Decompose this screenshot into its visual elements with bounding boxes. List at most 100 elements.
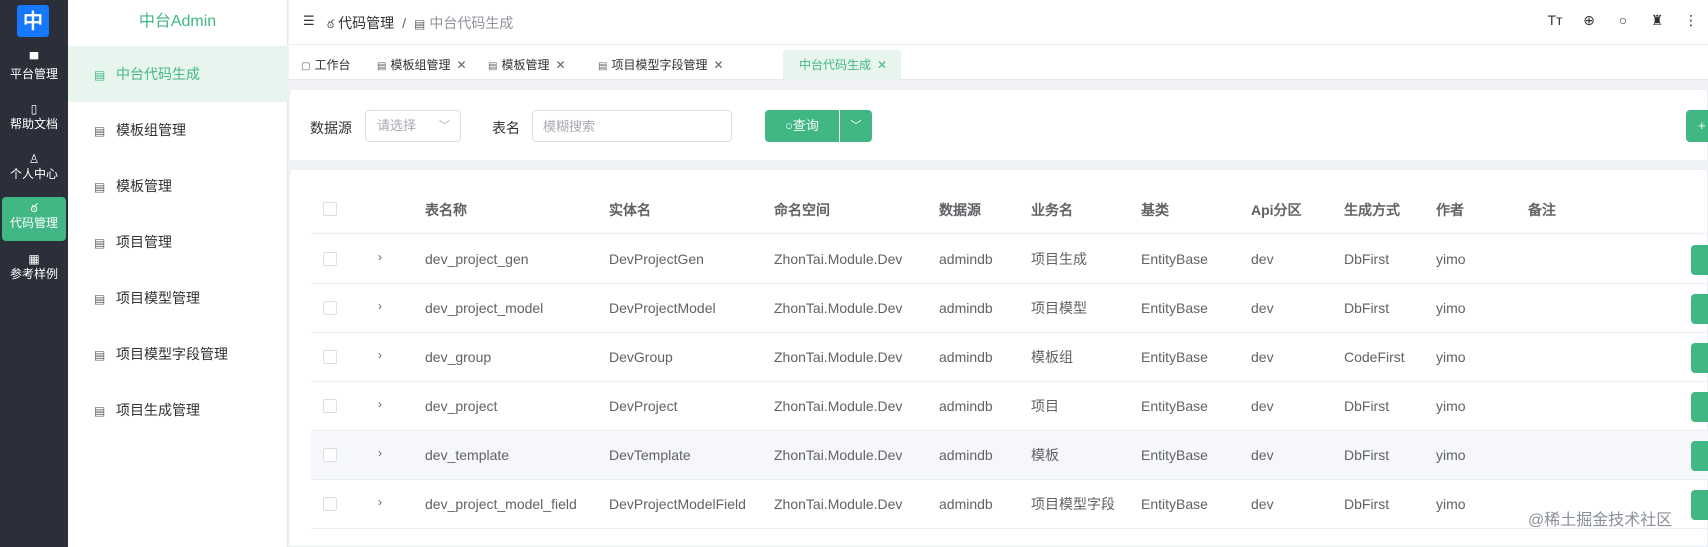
column-header: 生成方式 [1344, 202, 1400, 218]
menu-item-code-gen[interactable]: ▤ 中台代码生成 [68, 46, 288, 102]
cell-author: yimo [1436, 251, 1466, 267]
row-action-button[interactable] [1691, 392, 1708, 422]
table-row[interactable]: › dev_group DevGroup ZhonTai.Module.Dev … [311, 333, 1708, 382]
table-row[interactable]: › dev_project_gen DevProjectGen ZhonTai.… [311, 235, 1708, 284]
row-checkbox[interactable] [323, 301, 337, 315]
search-icon[interactable]: ○ [1606, 12, 1640, 28]
chevron-right-icon[interactable]: › [378, 480, 382, 525]
row-action-button[interactable] [1691, 343, 1708, 373]
search-panel: 数据源 请选择 ﹀ 表名 ○查询 ﹀ + [289, 89, 1708, 161]
menu-item-project-model-field[interactable]: ▤ 项目模型字段管理 [68, 326, 288, 382]
cell-namespace: ZhonTai.Module.Dev [774, 251, 903, 267]
chevron-right-icon[interactable]: › [378, 431, 382, 476]
tab-code-gen[interactable]: 中台代码生成 ✕ [783, 50, 902, 80]
query-button[interactable]: ○查询 [765, 110, 839, 142]
row-checkbox[interactable] [323, 399, 337, 413]
close-icon[interactable]: ✕ [456, 58, 466, 72]
top-header: ☰ ఠ 代码管理 / ▤ 中台代码生成 Tт ⊕ ○ ♜ ⋮ [289, 0, 1708, 45]
chevron-right-icon[interactable]: › [378, 382, 382, 427]
row-checkbox[interactable] [323, 448, 337, 462]
tab-label: 工作台 [314, 58, 351, 72]
menu-item-template[interactable]: ▤ 模板管理 [68, 158, 288, 214]
cell-api-area: dev [1251, 349, 1274, 365]
cell-api-area: dev [1251, 398, 1274, 414]
menu-item-project-gen[interactable]: ▤ 项目生成管理 [68, 382, 288, 438]
rail-item-platform[interactable]: ▀ 平台管理 [2, 48, 66, 92]
cell-api-area: dev [1251, 300, 1274, 316]
table-name-input[interactable] [532, 110, 732, 142]
rail-item-help[interactable]: ▯ 帮助文档 [2, 98, 66, 142]
row-checkbox[interactable] [323, 497, 337, 511]
cell-entity-name: DevProjectModelField [609, 496, 746, 512]
tab-label: 模板管理 [501, 58, 550, 72]
cell-author: yimo [1436, 398, 1466, 414]
tab-template[interactable]: ▤ 模板管理 ✕ [480, 50, 574, 80]
rail-item-examples[interactable]: ▦ 参考样例 [2, 248, 66, 292]
menu-item-project-model[interactable]: ▤ 项目模型管理 [68, 270, 288, 326]
skin-icon[interactable]: ♜ [1640, 12, 1674, 29]
datasource-placeholder: 请选择 [377, 118, 417, 133]
table-row[interactable]: › dev_project_model DevProjectModel Zhon… [311, 284, 1708, 333]
watermark: @稀土掘金技术社区 [1528, 512, 1673, 529]
book-icon: ▯ [30, 102, 38, 116]
rail-item-personal[interactable]: ♙ 个人中心 [2, 148, 66, 192]
font-size-icon[interactable]: Tт [1538, 12, 1572, 28]
breadcrumb-item[interactable]: 代码管理 [338, 15, 394, 31]
chevron-right-icon[interactable]: › [378, 235, 382, 280]
cell-author: yimo [1436, 447, 1466, 463]
tabs-bar: ▢ 工作台 ▤ 模板组管理 ✕ ▤ 模板管理 ✕ ▤ 项目模型字段管理 ✕ 中台代码生成 ✕ [289, 45, 1708, 80]
cell-author: yimo [1436, 300, 1466, 316]
row-action-button[interactable] [1691, 441, 1708, 471]
document-icon: ▤ [488, 61, 498, 72]
close-icon[interactable]: ✕ [877, 58, 887, 72]
row-checkbox[interactable] [323, 252, 337, 266]
menu-item-project[interactable]: ▤ 项目管理 [68, 214, 288, 270]
query-button-label: 查询 [792, 118, 819, 133]
app-logo[interactable]: 中 [17, 5, 49, 37]
chevron-right-icon[interactable]: › [378, 333, 382, 378]
cell-business-name: 项目模型字段 [1031, 496, 1115, 512]
cell-base-class: EntityBase [1141, 447, 1208, 463]
row-action-button[interactable] [1691, 245, 1708, 275]
cell-api-area: dev [1251, 251, 1274, 267]
menu-item-label: 项目管理 [116, 234, 172, 250]
code-icon: ఠ [30, 201, 38, 215]
query-dropdown-button[interactable]: ﹀ [840, 110, 872, 142]
column-header: 基类 [1141, 202, 1169, 218]
chevron-down-icon: ﹀ [439, 120, 450, 132]
menu-item-template-group[interactable]: ▤ 模板组管理 [68, 102, 288, 158]
tab-label: 项目模型字段管理 [611, 58, 708, 72]
close-icon[interactable]: ✕ [713, 58, 723, 72]
datasource-select[interactable]: 请选择 ﹀ [365, 110, 461, 142]
tab-project-model-field[interactable]: ▤ 项目模型字段管理 ✕ [590, 50, 732, 80]
rail-item-code[interactable]: ఠ 代码管理 [2, 197, 66, 241]
cell-table-name: dev_project [425, 398, 498, 414]
cell-namespace: ZhonTai.Module.Dev [774, 398, 903, 414]
cell-table-name: dev_template [425, 447, 510, 463]
row-action-button[interactable] [1691, 490, 1708, 520]
cell-base-class: EntityBase [1141, 349, 1208, 365]
row-action-button[interactable] [1691, 294, 1708, 324]
cell-gen-mode: CodeFirst [1344, 349, 1405, 365]
add-button[interactable]: + [1686, 110, 1708, 142]
table-row[interactable]: › dev_project_model_field DevProjectMode… [311, 480, 1708, 529]
cell-gen-mode: DbFirst [1344, 496, 1390, 512]
language-icon[interactable]: ⊕ [1572, 12, 1606, 29]
select-all-checkbox[interactable] [323, 202, 337, 216]
row-checkbox[interactable] [323, 350, 337, 364]
close-icon[interactable]: ✕ [555, 58, 565, 72]
tab-workbench[interactable]: ▢ 工作台 [293, 50, 358, 80]
rail-item-label: 平台管理 [9, 67, 58, 81]
tab-template-group[interactable]: ▤ 模板组管理 ✕ [369, 50, 475, 80]
table-row[interactable]: › dev_template DevTemplate ZhonTai.Modul… [311, 431, 1708, 480]
chevron-right-icon[interactable]: › [378, 284, 382, 329]
cell-gen-mode: DbFirst [1344, 300, 1390, 316]
header-toolbar: Tт ⊕ ○ ♜ ⋮ [1538, 12, 1708, 32]
cell-author: yimo [1436, 496, 1466, 512]
code-icon: ఠ [327, 17, 335, 31]
table-row[interactable]: › dev_project DevProject ZhonTai.Module.… [311, 382, 1708, 431]
app-rail: 中 ▀ 平台管理 ▯ 帮助文档 ♙ 个人中心 ఠ 代码管理 ▦ 参考样例 [0, 0, 68, 547]
menu-fold-icon[interactable]: ☰ [303, 13, 315, 29]
more-icon[interactable]: ⋮ [1674, 12, 1708, 29]
document-icon: ▤ [377, 61, 387, 72]
